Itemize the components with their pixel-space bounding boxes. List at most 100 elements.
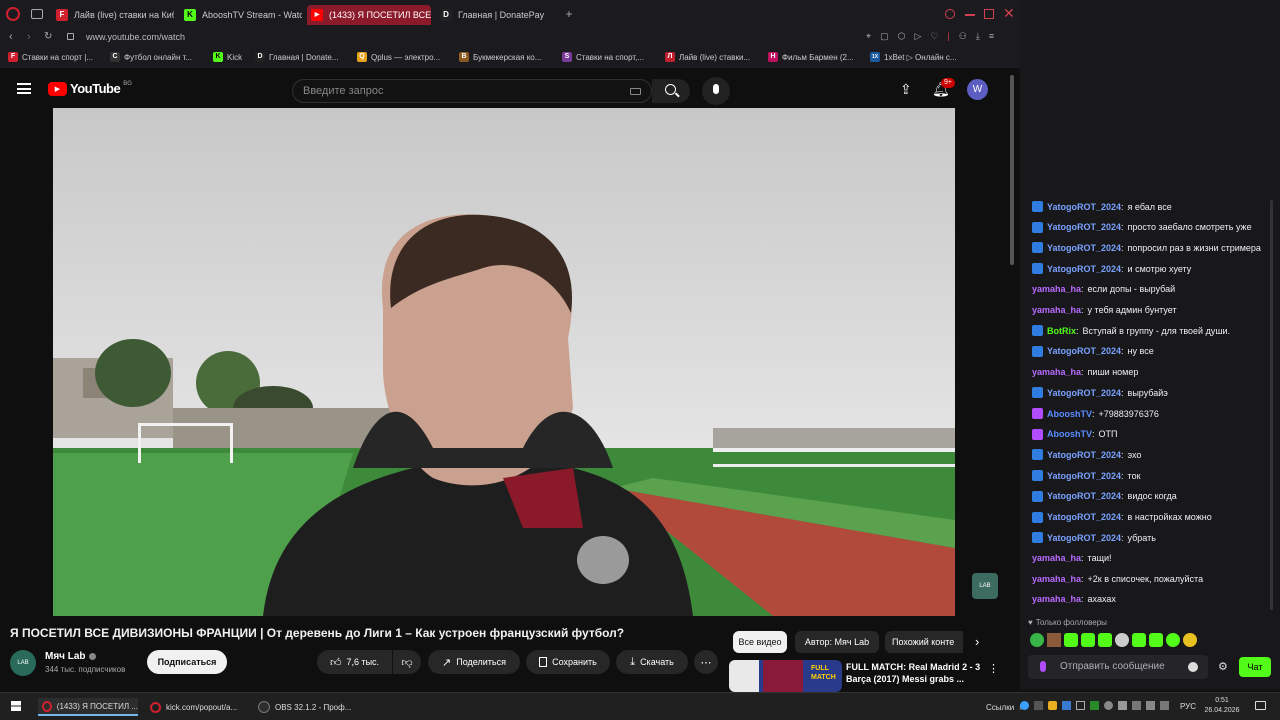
chat-username[interactable]: yamaha_ha <box>1032 574 1081 584</box>
tab-donatepay[interactable]: D Главная | DonatePay <box>436 5 558 25</box>
tray-app-icon[interactable] <box>1076 701 1085 710</box>
page-scrollbar[interactable] <box>1010 75 1014 265</box>
bookmark-10[interactable]: 1X 1xBet ▷ Онлайн с... <box>870 52 957 62</box>
subscribe-button[interactable]: Подписаться <box>147 650 227 674</box>
video-player[interactable]: LAB <box>53 108 955 616</box>
emote-icon[interactable] <box>1132 633 1146 647</box>
chat-input[interactable]: Отправить сообщение <box>1028 655 1208 679</box>
emote-icon[interactable] <box>1098 633 1112 647</box>
cube-icon[interactable]: ⬡ <box>898 31 906 42</box>
emote-icon[interactable] <box>1047 633 1061 647</box>
taskbar-item-kick[interactable]: kick.com/popout/a... <box>146 698 246 716</box>
search-input[interactable]: Введите запрос <box>292 79 652 103</box>
chat-username[interactable]: YatogoROT_2024 <box>1047 471 1121 481</box>
chips-next-icon[interactable]: › <box>975 634 979 649</box>
chip-all-videos[interactable]: Все видео <box>733 631 787 653</box>
tray-app-icon[interactable] <box>1090 701 1099 710</box>
chat-username[interactable]: AbooshTV <box>1047 409 1092 419</box>
tray-app-icon[interactable] <box>1118 701 1127 710</box>
like-button[interactable]: 👍︎ 7,6 тыс. <box>317 650 392 674</box>
quick-links[interactable]: Ссылки » <box>986 698 1024 716</box>
opera-menu-icon[interactable] <box>6 7 20 21</box>
emote-icon[interactable] <box>1115 633 1129 647</box>
recommended-video-title[interactable]: FULL MATCH: Real Madrid 2 - 3 Barça (201… <box>846 661 986 685</box>
tab-youtube-video[interactable]: ▶ (1433) Я ПОСЕТИЛ ВСЕ Д <box>307 5 431 25</box>
emote-icon[interactable] <box>1183 633 1197 647</box>
notification-center-icon[interactable] <box>1255 701 1266 710</box>
bookmark-2[interactable]: C Футбол онлайн т... <box>110 52 192 62</box>
create-upload-icon[interactable]: ⇪ <box>900 81 912 98</box>
back-icon[interactable]: ‹ <box>9 31 13 43</box>
menu-icon[interactable]: ≡ <box>989 31 994 42</box>
chat-settings-icon[interactable]: ⚙ <box>1218 660 1228 673</box>
emote-icon[interactable] <box>1030 633 1044 647</box>
youtube-logo[interactable]: ▶ YouTube BG <box>48 81 132 96</box>
minimize-button[interactable] <box>965 14 975 16</box>
bookmark-4[interactable]: D Главная | Donate... <box>255 52 338 62</box>
recommended-more-icon[interactable]: ⋮ <box>988 662 999 675</box>
chat-username[interactable]: YatogoROT_2024 <box>1047 512 1121 522</box>
download-icon[interactable]: ⤓ <box>976 31 980 42</box>
taskbar-item-obs[interactable]: OBS 32.1.2 - Проф... <box>254 698 354 716</box>
forward-icon[interactable]: › <box>27 31 31 43</box>
chat-username[interactable]: yamaha_ha <box>1032 367 1081 377</box>
tray-app-icon[interactable] <box>1020 701 1029 710</box>
download-button[interactable]: ⤓ Скачать <box>616 650 688 674</box>
new-tab-button[interactable]: + <box>562 7 576 21</box>
bookmark-1[interactable]: F Ставки на спорт |... <box>8 52 93 62</box>
play-icon[interactable]: ▷ <box>914 31 921 42</box>
keyboard-icon[interactable] <box>630 88 641 95</box>
chat-username[interactable]: YatogoROT_2024 <box>1047 388 1121 398</box>
microphone-icon[interactable] <box>1040 661 1046 672</box>
chat-send-button[interactable]: Чат <box>1239 657 1271 677</box>
tab-aboosh-stream[interactable]: K AbooshTV Stream - Watch <box>180 5 302 25</box>
chat-username[interactable]: YatogoROT_2024 <box>1047 243 1121 253</box>
chat-username[interactable]: yamaha_ha <box>1032 305 1081 315</box>
bookmark-6[interactable]: B Букмекерская ко... <box>459 52 541 62</box>
chip-author[interactable]: Автор: Мяч Lab <box>795 631 879 653</box>
bookmark-3[interactable]: K Kick <box>213 52 242 62</box>
tab-search-icon[interactable] <box>31 9 43 19</box>
chat-username[interactable]: AbooshTV <box>1047 429 1092 439</box>
chat-username[interactable]: yamaha_ha <box>1032 553 1081 563</box>
channel-watermark-icon[interactable]: LAB <box>972 573 998 599</box>
tray-app-icon[interactable] <box>1062 701 1071 710</box>
bookmark-9[interactable]: H Фильм Бармен (2... <box>768 52 854 62</box>
tray-app-icon[interactable] <box>1160 701 1169 710</box>
save-button[interactable]: Сохранить <box>526 650 610 674</box>
chat-username[interactable]: YatogoROT_2024 <box>1047 533 1121 543</box>
chat-username[interactable]: yamaha_ha <box>1032 284 1081 294</box>
heart-icon[interactable]: ♡ <box>930 31 938 42</box>
tab-live-bets[interactable]: F Лайв (live) ставки на Киб <box>52 5 174 25</box>
hamburger-menu-icon[interactable] <box>17 83 31 94</box>
chat-username[interactable]: YatogoROT_2024 <box>1047 222 1121 232</box>
tray-app-icon[interactable] <box>1048 701 1057 710</box>
chat-username[interactable]: YatogoROT_2024 <box>1047 491 1121 501</box>
voice-search-button[interactable] <box>702 77 730 105</box>
chat-username[interactable]: YatogoROT_2024 <box>1047 202 1121 212</box>
chat-username[interactable]: YatogoROT_2024 <box>1047 264 1121 274</box>
bookmark-8[interactable]: Л Лайв (live) ставки... <box>665 52 750 62</box>
share-button[interactable]: ↗ Поделиться <box>428 650 520 674</box>
emoji-icon[interactable] <box>1188 662 1198 672</box>
reload-icon[interactable]: ↻ <box>44 31 52 42</box>
chip-related[interactable]: Похожий конте <box>885 631 963 653</box>
emote-icon[interactable] <box>1081 633 1095 647</box>
search-icon[interactable] <box>945 9 955 19</box>
chat-scrollbar[interactable] <box>1270 200 1273 610</box>
channel-name[interactable]: Мяч Lab <box>45 651 96 662</box>
chat-username[interactable]: YatogoROT_2024 <box>1047 346 1121 356</box>
more-actions-button[interactable]: ⋯ <box>694 650 718 674</box>
maximize-button[interactable] <box>984 9 994 19</box>
account-avatar[interactable]: W <box>967 79 988 100</box>
emote-icon[interactable] <box>1064 633 1078 647</box>
bookmark-5[interactable]: Q Qplus — электро... <box>357 52 440 62</box>
emote-icon[interactable] <box>1149 633 1163 647</box>
profile-icon[interactable]: ⚇ <box>959 31 967 42</box>
chat-username[interactable]: BotRix <box>1047 326 1076 336</box>
tray-app-icon[interactable] <box>1034 701 1043 710</box>
tray-app-icon[interactable] <box>1132 701 1141 710</box>
emote-icon[interactable] <box>1166 633 1180 647</box>
taskbar-item-youtube[interactable]: (1433) Я ПОСЕТИЛ ... <box>38 698 138 716</box>
dislike-button[interactable]: 👎︎ <box>393 650 421 674</box>
